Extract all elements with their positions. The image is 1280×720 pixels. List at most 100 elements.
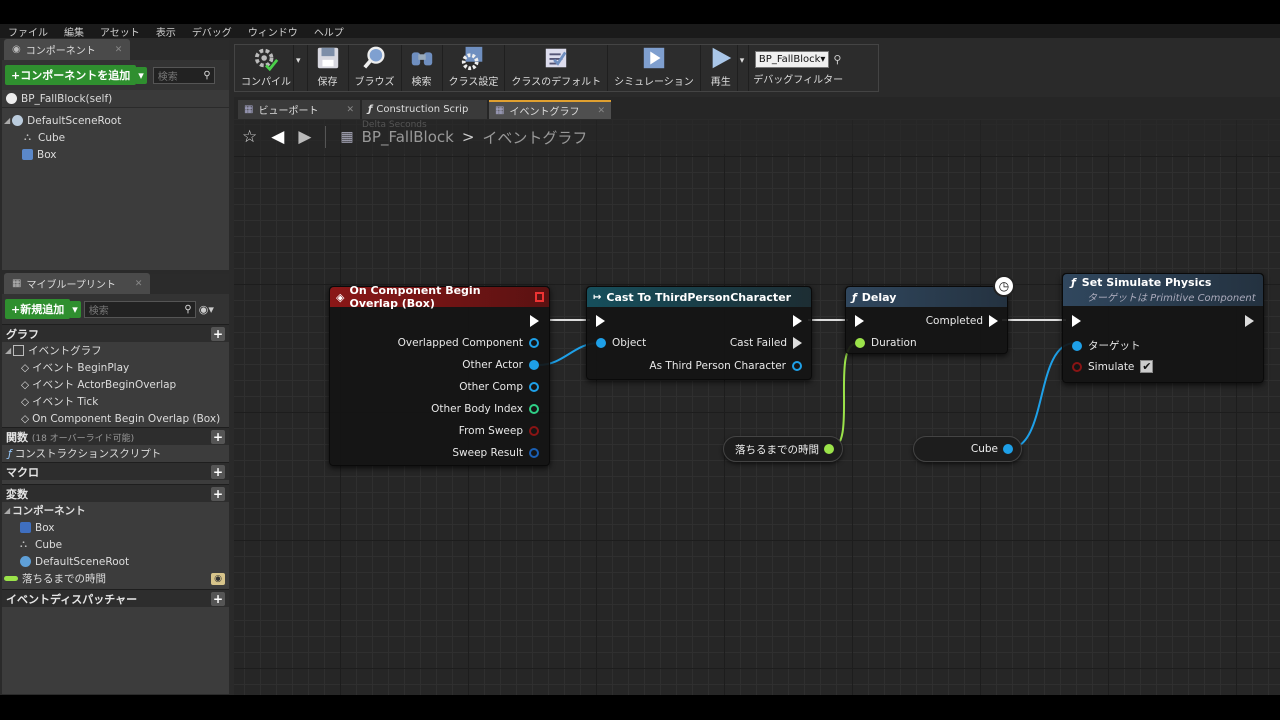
play-button[interactable]: 再生 — [701, 45, 738, 91]
exec-in-pin[interactable] — [1072, 315, 1081, 327]
var-getter-fall-time[interactable]: 落ちるまでの時間 — [723, 436, 843, 462]
exec-out-pin[interactable] — [530, 315, 539, 327]
cast-icon: ↦ — [593, 291, 602, 303]
chevron-down-icon[interactable]: ▾ — [738, 45, 750, 91]
chevron-down-icon[interactable]: ▾ — [294, 45, 308, 91]
search-icon: ⚲ — [203, 69, 211, 81]
event-graph-canvas[interactable]: ☆ ◀ ▶ ▦ BP_FallBlock > イベントグラフ Delta Sec… — [234, 120, 1280, 695]
chevron-down-icon[interactable]: ▾ — [135, 66, 147, 84]
pin-other-body-index[interactable]: Other Body Index — [431, 403, 539, 415]
menu-debug[interactable]: デバッグ — [184, 24, 240, 39]
class-settings-button[interactable]: クラス設定 — [443, 45, 506, 91]
pin-overlapped-component[interactable]: Overlapped Component — [398, 337, 539, 349]
event-item[interactable]: ◇ イベント Tick — [5, 393, 229, 410]
var-item-cube[interactable]: ⛬ Cube — [4, 536, 229, 553]
close-icon[interactable]: ✕ — [597, 106, 605, 116]
menu-asset[interactable]: アセット — [92, 24, 148, 39]
pin-duration[interactable]: Duration — [855, 337, 917, 349]
var-item-defaultsceneroot[interactable]: DefaultSceneRoot — [4, 553, 229, 570]
pin-other-actor[interactable]: Other Actor — [462, 359, 539, 371]
menu-help[interactable]: ヘルプ — [306, 24, 352, 39]
tab-viewport[interactable]: ▦ ビューポート ✕ — [238, 100, 360, 119]
menu-file[interactable]: ファイル — [0, 24, 56, 39]
search-icon[interactable]: ⚲ — [833, 53, 841, 66]
close-icon[interactable]: ✕ — [346, 105, 354, 115]
set-simulate-physics-node[interactable]: ƒ Set Simulate Physics ターゲットは Primitive C… — [1062, 273, 1264, 383]
my-blueprint-tab[interactable]: ▦ マイブループリント ✕ — [4, 273, 151, 294]
tree-item-box[interactable]: Box — [4, 146, 229, 163]
add-dispatcher-button[interactable]: + — [211, 591, 225, 606]
var-item-box[interactable]: Box — [4, 519, 229, 536]
add-function-button[interactable]: + — [211, 429, 225, 444]
close-icon[interactable]: ✕ — [115, 45, 123, 55]
components-vars-group[interactable]: ◢ コンポーネント — [4, 502, 229, 519]
tree-item-defaultsceneroot[interactable]: ◢ DefaultSceneRoot — [4, 112, 229, 129]
functions-category[interactable]: 関数 (18 オーバーライド可能) + — [2, 427, 229, 445]
pin-cast-failed[interactable]: Cast Failed — [730, 337, 802, 349]
variables-header-label: 変数 — [6, 487, 28, 501]
pin-other-comp[interactable]: Other Comp — [459, 381, 539, 393]
self-item[interactable]: BP_FallBlock(self) — [2, 90, 229, 108]
blueprint-search-input[interactable]: 検索 ⚲ — [83, 300, 196, 318]
menu-view[interactable]: 表示 — [148, 24, 184, 39]
simulate-checkbox[interactable]: ✔ — [1140, 360, 1154, 373]
tree-item-cube[interactable]: ⛬ Cube — [4, 129, 229, 146]
save-button[interactable]: 保存 — [308, 45, 349, 91]
exec-out-pin[interactable] — [1245, 315, 1254, 327]
class-defaults-button[interactable]: クラスのデフォルト — [505, 45, 609, 91]
event-diamond-icon: ◇ — [21, 395, 30, 408]
add-variable-button[interactable]: + — [211, 486, 225, 501]
pin-completed[interactable]: Completed — [926, 315, 998, 327]
close-icon[interactable]: ✕ — [135, 279, 143, 289]
var-item-float[interactable]: 落ちるまでの時間 ◉ — [4, 570, 229, 587]
pin-from-sweep[interactable]: From Sweep — [459, 425, 539, 437]
viewport-icon: ▦ — [244, 104, 254, 115]
exec-in-pin[interactable] — [596, 315, 605, 327]
var-label: Box — [35, 521, 55, 534]
construction-script-item[interactable]: ƒ コンストラクションスクリプト — [8, 445, 229, 462]
cast-node[interactable]: ↦ Cast To ThirdPersonCharacter Object Cas… — [586, 286, 812, 380]
event-item[interactable]: ◇ イベント BeginPlay — [5, 359, 229, 376]
macros-category[interactable]: マクロ + — [2, 462, 229, 480]
pin-sweep-result[interactable]: Sweep Result — [452, 447, 539, 459]
blueprint-search-placeholder: 検索 — [88, 305, 109, 317]
event-graph-item[interactable]: ◢ イベントグラフ — [5, 342, 229, 359]
tab-construction-script[interactable]: ƒ Construction Scrip — [362, 100, 487, 119]
var-getter-cube[interactable]: Cube — [913, 436, 1022, 462]
menu-edit[interactable]: 編集 — [56, 24, 92, 39]
chevron-down-icon[interactable]: ▾ — [69, 300, 81, 318]
eye-icon[interactable]: ◉ — [211, 572, 225, 585]
delay-node[interactable]: ƒ Delay ◷ Completed Duration — [845, 275, 1015, 354]
add-macro-button[interactable]: + — [211, 464, 225, 479]
component-search-input[interactable]: 検索 ⚲ — [152, 66, 215, 84]
eye-icon[interactable]: ◉▾ — [199, 303, 214, 316]
event-item[interactable]: ◇ On Component Begin Overlap (Box) — [5, 410, 229, 427]
exec-in-pin[interactable] — [855, 315, 864, 327]
functions-header-label: 関数 — [6, 430, 28, 444]
pin-target[interactable]: ターゲット — [1072, 338, 1141, 353]
menu-window[interactable]: ウィンドウ — [240, 24, 306, 39]
tab-event-graph[interactable]: ▦ イベントグラフ ✕ — [489, 100, 611, 119]
add-graph-button[interactable]: + — [211, 326, 225, 341]
new-add-button[interactable]: +新規追加 — [5, 299, 71, 319]
components-tab[interactable]: ◉ コンポーネント ✕ — [4, 39, 131, 60]
dispatchers-category[interactable]: イベントディスパッチャー + — [2, 589, 229, 607]
pin-object[interactable]: Object — [596, 337, 646, 349]
debug-object-select[interactable]: BP_FallBlock▾ — [754, 50, 830, 68]
compile-button[interactable]: コンパイル — [235, 45, 294, 91]
graph-category[interactable]: グラフ + — [2, 324, 229, 342]
add-component-button[interactable]: +コンポーネントを追加 — [5, 65, 137, 85]
browse-button[interactable]: ブラウズ — [349, 45, 402, 91]
pin-simulate[interactable]: Simulate ✔ — [1072, 360, 1154, 373]
exec-out-pin[interactable] — [793, 315, 802, 327]
pin-as-character[interactable]: As Third Person Character — [649, 360, 802, 372]
find-button[interactable]: 検索 — [402, 45, 443, 91]
event-item[interactable]: ◇ イベント ActorBeginOverlap — [5, 376, 229, 393]
collapse-icon[interactable]: ◢ — [4, 116, 10, 125]
collapse-icon[interactable]: ◢ — [5, 346, 11, 355]
delegate-pin[interactable] — [535, 292, 544, 302]
simulation-button[interactable]: シミュレーション — [608, 45, 701, 91]
variables-category[interactable]: 変数 + — [2, 484, 229, 502]
event-node-overlap[interactable]: ◈ On Component Begin Overlap (Box) Overla… — [329, 284, 550, 466]
collapse-icon[interactable]: ◢ — [4, 506, 10, 515]
